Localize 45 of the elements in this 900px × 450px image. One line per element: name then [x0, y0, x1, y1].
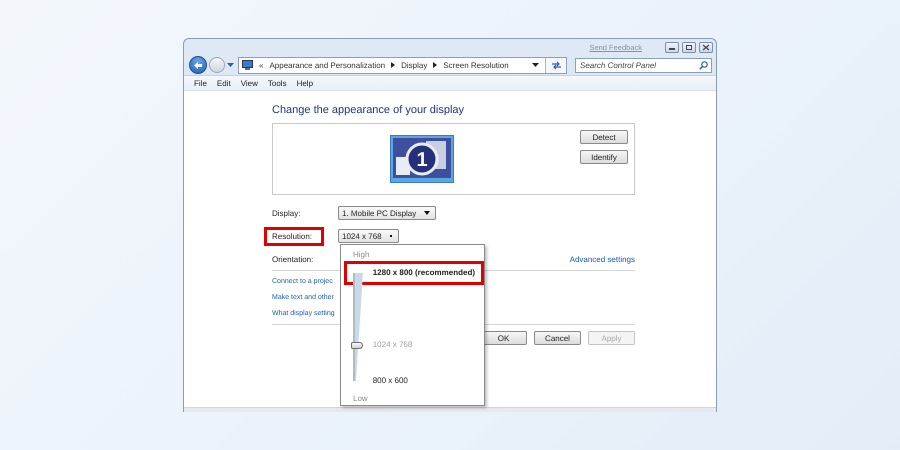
history-caret-icon[interactable] — [227, 62, 234, 68]
maximize-button[interactable] — [682, 42, 696, 52]
page-heading: Change the appearance of your display — [272, 103, 466, 117]
monitor-button[interactable]: Identify — [580, 150, 628, 164]
close-button[interactable] — [699, 42, 713, 52]
dropdown-caret-icon[interactable] — [532, 63, 539, 67]
menu-item[interactable]: File — [189, 78, 212, 88]
setting-label: Resolution: — [264, 226, 324, 246]
minimize-button[interactable] — [665, 42, 679, 52]
resolution-option[interactable]: 800 x 600 — [344, 369, 417, 393]
breadcrumb[interactable]: Screen Resolution — [443, 60, 509, 70]
breadcrumb[interactable]: Display — [401, 60, 428, 70]
search-field[interactable]: Search Control Panel — [575, 58, 712, 72]
menu-item[interactable]: View — [236, 78, 263, 88]
close-icon — [701, 44, 711, 50]
dialog-button[interactable]: Cancel — [534, 331, 581, 345]
search-icon[interactable] — [699, 60, 708, 70]
high-label: High — [353, 249, 370, 261]
refresh-button[interactable] — [545, 58, 566, 72]
resolution-option[interactable]: 1280 x 800 (recommended) — [344, 261, 484, 285]
breadcrumb-arrow-icon[interactable] — [391, 62, 396, 68]
dropdown-caret-icon[interactable] — [390, 234, 393, 238]
breadcrumb[interactable]: Appearance and Personalization — [269, 60, 386, 70]
back-button[interactable] — [189, 56, 207, 74]
setting-label: Orientation: — [271, 254, 314, 266]
setting-dropdown[interactable]: 1024 x 768 — [338, 229, 399, 243]
address-bar[interactable]: « Appearance and Personalization Display Screen Resolution — [238, 56, 567, 74]
menu-item[interactable]: Edit — [212, 78, 236, 88]
menu-item[interactable]: Help — [292, 78, 318, 88]
refresh-icon — [550, 60, 562, 70]
overflow-chevron[interactable]: « — [259, 60, 264, 70]
breadcrumb-arrow-icon[interactable] — [433, 62, 438, 68]
dropdown-caret-icon[interactable] — [424, 211, 430, 215]
low-label: Low — [353, 393, 368, 405]
menu-item[interactable]: Tools — [262, 78, 292, 88]
setting-label: Display: — [271, 208, 302, 220]
maximize-icon — [684, 44, 694, 50]
monitor-number: 1 — [416, 149, 428, 171]
setting-dropdown[interactable]: 1. Mobile PC Display — [338, 206, 436, 220]
advanced-settings-link[interactable]: Advanced settings — [570, 254, 635, 264]
monitor-icon[interactable]: 1 — [390, 135, 454, 183]
slider-thumb[interactable] — [351, 342, 363, 350]
monitor-icon — [242, 60, 253, 70]
monitor-button[interactable]: Detect — [580, 130, 628, 144]
back-arrow-icon — [193, 60, 203, 70]
